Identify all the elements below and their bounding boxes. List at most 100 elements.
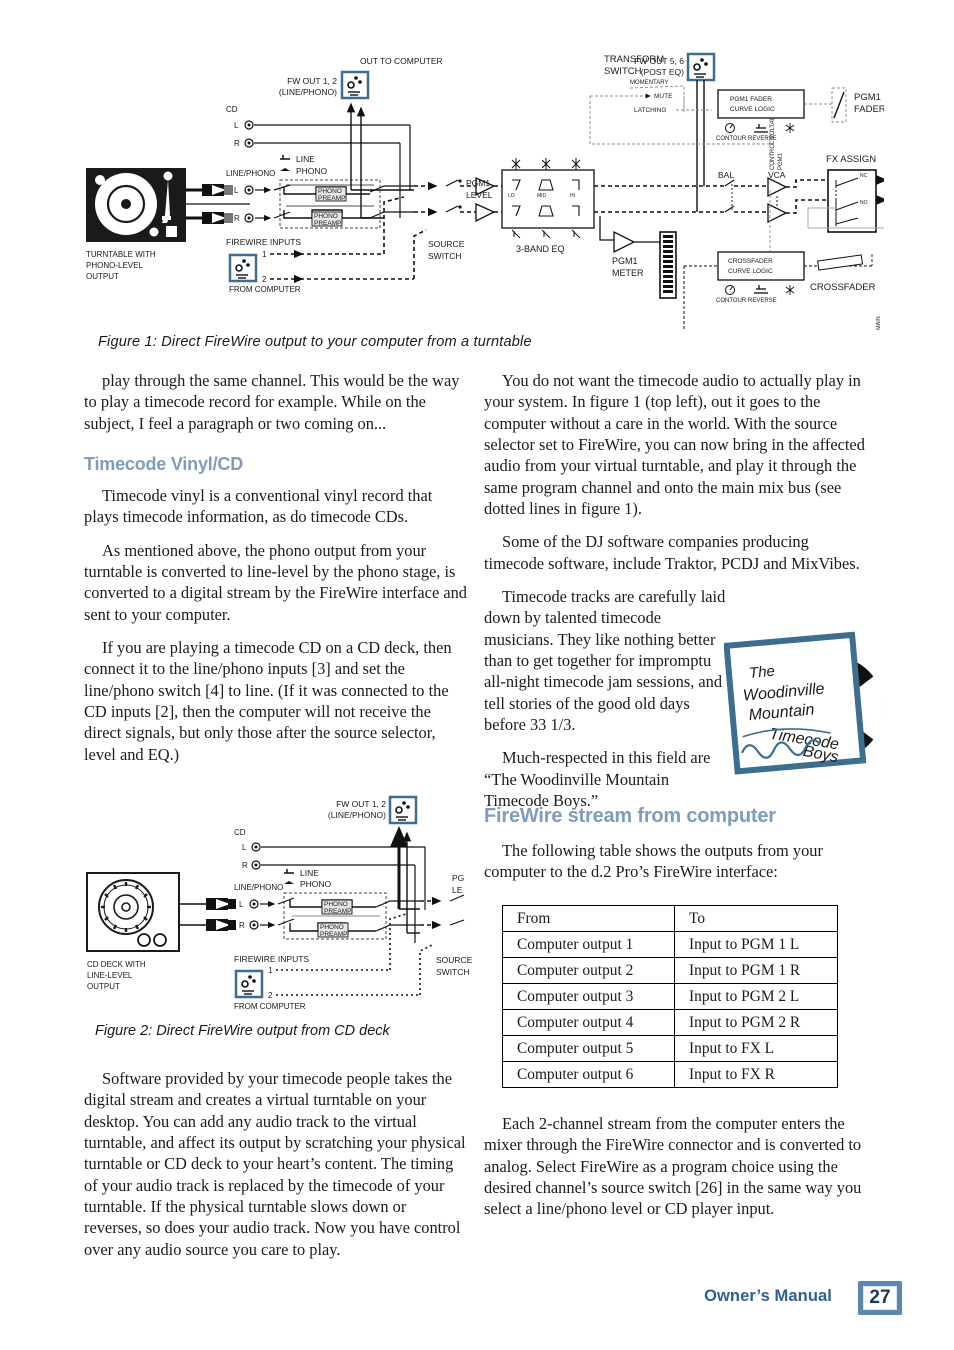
label-three-band-eq: 3-BAND EQ <box>516 244 565 254</box>
three-band-eq-block: LO MID HI 3-BAND EQ <box>494 158 595 254</box>
firewire-connector-out-56 <box>686 52 716 82</box>
label-source-switch-1: SOURCE <box>428 239 465 249</box>
label-f2-pg: PG <box>452 873 464 883</box>
label-preamp2b: PREAMP <box>314 220 341 227</box>
table-cell-to: Input to PGM 2 R <box>674 1009 838 1036</box>
label-eq-hi: HI <box>570 193 575 199</box>
label-bot-main: MAIN <box>876 316 882 330</box>
label-f2-source-switch-1: SOURCE <box>436 955 473 965</box>
line-phono-legend: LINE PHONO <box>280 154 328 176</box>
rca-plug-l <box>202 184 233 196</box>
table-cell-to: Input to PGM 1 R <box>674 957 838 984</box>
rca-plug-f2-r <box>206 919 236 931</box>
label-firewire-inputs: FIREWIRE INPUTS <box>226 237 301 247</box>
woodinville-logo-card: The Woodinville Mountain Timecode Boys <box>723 630 885 790</box>
label-latching: LATCHING <box>634 107 666 114</box>
logo-line-1: The <box>748 663 775 682</box>
label-xf-logic-2: CURVE LOGIC <box>728 268 773 275</box>
table-row: Computer output 4 Input to PGM 2 R <box>502 1009 838 1036</box>
table-cell-from: Computer output 3 <box>502 983 675 1010</box>
label-fw-out-56-sub: (POST EQ) <box>641 67 684 77</box>
cd-deck-graphic <box>86 872 180 952</box>
label-cd: CD <box>226 105 238 114</box>
label-out-to-computer: OUT TO COMPUTER <box>360 56 443 66</box>
label-contour-xf: CONTOUR <box>716 298 747 304</box>
crossfader-curve-logic-block: CROSSFADER CURVE LOGIC <box>717 251 805 281</box>
label-vca: VCA <box>768 170 786 180</box>
label-phono: PHONO <box>296 166 328 176</box>
heading-firewire-stream: FireWire stream from computer <box>484 805 776 827</box>
label-pgm1-meter-1: PGM1 <box>612 256 638 266</box>
table-cell-to: Input to PGM 1 L <box>674 931 838 958</box>
label-f2-cd: CD <box>234 828 246 837</box>
f2-firewire-connector-out <box>388 795 418 825</box>
figure-1-diagram: TURNTABLE WITH PHONO-LEVEL OUTPUT L R LI… <box>84 40 942 330</box>
firewire-connector-in <box>228 253 258 283</box>
label-cddeck-3: OUTPUT <box>87 982 120 991</box>
label-eq-mid: MID <box>537 193 547 199</box>
label-turntable-2: PHONO-LEVEL <box>86 261 143 270</box>
label-pgm1-meter-2: METER <box>612 268 644 278</box>
footer-owners-manual-label: Owner’s Manual <box>704 1287 832 1305</box>
table-header-row: From To <box>502 905 838 932</box>
right-column-text-2: Each 2-channel stream from the computer … <box>484 1113 869 1220</box>
pgm1-meter-graphic <box>659 231 677 299</box>
label-f2-le: LE <box>452 885 463 895</box>
label-f2-preamp1a: PHONO <box>324 901 348 908</box>
f2-phono-preamp-2: PHONO PREAMP <box>317 922 349 938</box>
paragraph-right-3: Timecode tracks are carefully laid down … <box>484 586 726 734</box>
label-xf-logic-1: CROSSFADER <box>728 258 773 265</box>
label-reverse-fader: REVERSE <box>748 136 777 142</box>
label-pgm1-fader-1: PGM1 <box>854 92 881 103</box>
f2-phono-preamp-1: PHONO PREAMP <box>321 899 353 915</box>
label-fig1-ch-l: L <box>234 186 239 195</box>
label-crossfader: CROSSFADER <box>810 282 876 293</box>
paragraph-right-4: Much-respected in this field are “The Wo… <box>484 748 711 810</box>
heading-timecode-vinyl-cd: Timecode Vinyl/CD <box>84 453 243 474</box>
firewire-connector-out-12 <box>340 70 370 100</box>
label-f2-line-phono-in: LINE/PHONO <box>234 883 283 892</box>
label-momentary: MOMENTARY <box>630 80 668 86</box>
label-fader-logic-1: PGM1 FADER <box>730 96 772 103</box>
f2-firewire-connector-in <box>234 969 264 999</box>
label-cddeck-1: CD DECK WITH <box>87 960 146 969</box>
rca-plug-r <box>202 212 233 224</box>
paragraph-right-2: Some of the DJ software companies produc… <box>484 532 860 573</box>
figure-1-caption: Figure 1: Direct FireWire output to your… <box>98 334 532 350</box>
table-cell-from: Computer output 6 <box>502 1061 675 1088</box>
paragraph-table-intro: The following table shows the outputs fr… <box>484 841 823 882</box>
label-pgm1-fader-2: FADER <box>854 104 884 115</box>
paragraph-right-5: Each 2-channel stream from the computer … <box>484 1114 862 1219</box>
table-header-from: From <box>502 905 675 932</box>
paragraph-right-1: You do not want the timecode audio to ac… <box>484 371 865 518</box>
label-reverse-xf: REVERSE <box>748 298 777 304</box>
table-cell-from: Computer output 2 <box>502 957 675 984</box>
label-source-switch-2: SWITCH <box>428 251 462 261</box>
label-fader-logic-2: CURVE LOGIC <box>730 106 775 113</box>
table-cell-from: Computer output 1 <box>502 931 675 958</box>
table-row: Computer output 3 Input to PGM 2 L <box>502 983 838 1010</box>
paragraph-intro: play through the same channel. This woul… <box>84 371 460 433</box>
phono-preamp-2: PHONO PREAMP <box>311 211 343 227</box>
firewire-section: FireWire stream from computer The follow… <box>484 805 869 883</box>
label-fw-in-1: 1 <box>262 250 267 259</box>
label-pgm1-level-2: LEVEL <box>466 190 493 200</box>
label-cddeck-2: LINE-LEVEL <box>87 971 133 980</box>
fader-led-icon <box>785 123 795 133</box>
label-preamp1b: PREAMP <box>318 195 345 202</box>
reverse-switch-icon-2 <box>754 285 768 294</box>
turntable-graphic <box>86 168 186 242</box>
paragraph-left-2: As mentioned above, the phono output fro… <box>84 540 467 624</box>
figure-2-caption: Figure 2: Direct FireWire output from CD… <box>95 1023 390 1039</box>
figure-1-svg: TURNTABLE WITH PHONO-LEVEL OUTPUT L R LI… <box>86 49 942 330</box>
label-f2-ch-r: R <box>239 921 245 930</box>
label-f2-firewire-inputs: FIREWIRE INPUTS <box>234 954 309 964</box>
woodinville-logo-svg: The Woodinville Mountain Timecode Boys <box>723 631 885 775</box>
left-column-text-2: Software provided by your timecode peopl… <box>84 1068 467 1271</box>
label-f2-phono: PHONO <box>300 879 332 889</box>
label-nc: NC <box>860 173 868 179</box>
label-turntable-1: TURNTABLE WITH <box>86 250 156 259</box>
label-control-voltage-2: PGM1 <box>778 152 784 170</box>
paragraph-left-1: Timecode vinyl is a conventional vinyl r… <box>84 485 433 527</box>
phono-preamp-1: PHONO PREAMP <box>315 186 347 202</box>
